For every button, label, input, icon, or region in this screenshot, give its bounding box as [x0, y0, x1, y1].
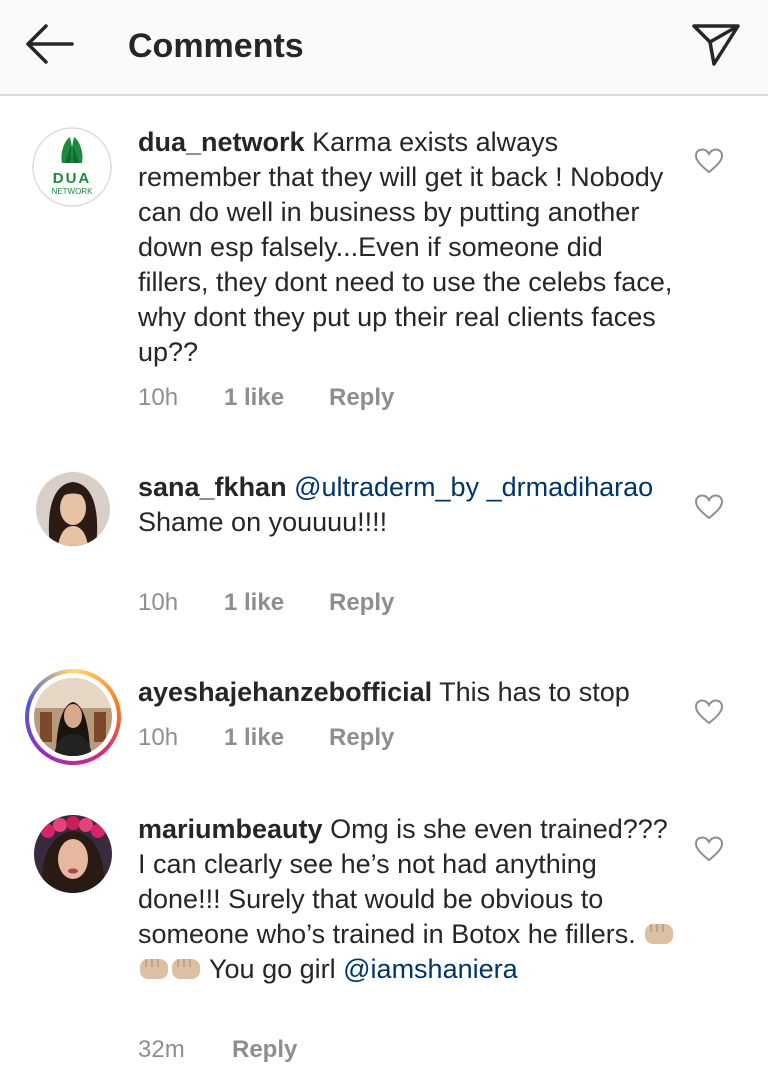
comment-time: 10h: [138, 724, 179, 751]
like-count[interactable]: 1 like: [224, 723, 284, 753]
comment-body: sana_fkhan @ultraderm_by _drmadiharao Sh…: [138, 470, 678, 540]
comment-message-end: You go girl: [209, 954, 336, 984]
profile-photo: [34, 678, 112, 756]
comment-time: 10h: [138, 384, 179, 411]
comment-body: dua_network Karma exists always remember…: [138, 125, 678, 370]
avatar[interactable]: DUA NETWORK: [32, 127, 112, 207]
reply-button[interactable]: Reply: [329, 723, 394, 753]
comment-username[interactable]: ayeshajehanzebofficial: [138, 677, 432, 707]
fist-bump-emoji: [645, 924, 674, 944]
heart-outline-icon[interactable]: [694, 146, 724, 176]
comment-message: Karma exists always remember that they w…: [138, 127, 673, 367]
comment-body: mariumbeauty Omg is she even trained??? …: [138, 812, 678, 987]
like-count[interactable]: 1 like: [224, 588, 284, 618]
avatar[interactable]: [34, 815, 112, 893]
comment-message: Shame on youuuu!!!!: [138, 507, 388, 537]
comment-message: This has to stop: [439, 677, 630, 707]
page-title: Comments: [128, 27, 304, 65]
heart-outline-icon[interactable]: [694, 834, 724, 864]
fist-bump-emoji: [172, 959, 200, 979]
reply-button[interactable]: Reply: [329, 383, 394, 413]
profile-photo: [36, 472, 110, 546]
mention-link[interactable]: @ultraderm_by _drmadiharao: [294, 472, 653, 502]
comment-username[interactable]: mariumbeauty: [138, 814, 323, 844]
back-button[interactable]: [22, 22, 76, 66]
like-count[interactable]: 1 like: [224, 383, 284, 413]
comment-username[interactable]: dua_network: [138, 127, 305, 157]
reply-button[interactable]: Reply: [232, 1035, 297, 1065]
heart-outline-icon[interactable]: [694, 492, 724, 522]
reply-button[interactable]: Reply: [329, 588, 394, 618]
avatar: [34, 678, 112, 756]
arrow-left-icon: [26, 24, 74, 64]
comment-time: 32m: [138, 1036, 185, 1063]
top-bar: Comments: [0, 0, 768, 96]
profile-photo: [34, 815, 112, 893]
comment-username[interactable]: sana_fkhan: [138, 472, 287, 502]
story-ring-avatar[interactable]: [25, 669, 121, 765]
logo-wordmark: DUA: [52, 170, 92, 187]
comment-body: ayeshajehanzebofficial This has to stop: [138, 675, 678, 710]
paper-plane-icon: [692, 24, 740, 66]
share-button[interactable]: [690, 20, 742, 68]
logo-subtext: NETWORK: [51, 187, 93, 196]
avatar[interactable]: [36, 472, 110, 546]
comment-time: 10h: [138, 589, 179, 616]
mention-link[interactable]: @iamshaniera: [343, 954, 518, 984]
fist-bump-emoji: [140, 959, 168, 979]
heart-outline-icon[interactable]: [694, 697, 724, 727]
